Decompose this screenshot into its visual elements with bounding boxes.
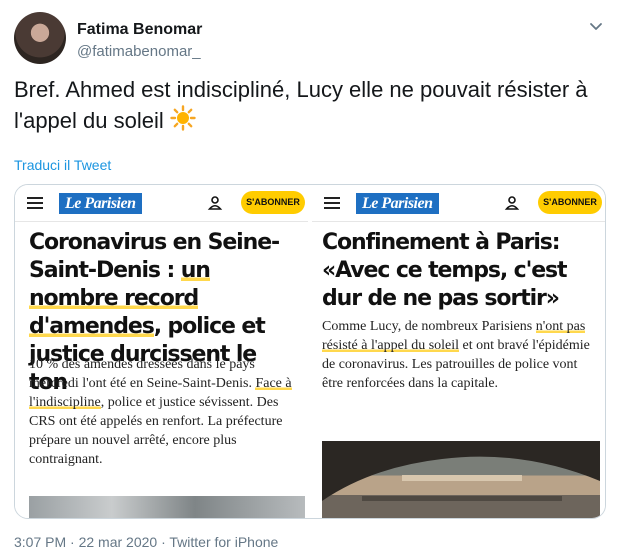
sun-icon — [170, 105, 196, 131]
article-image-left[interactable]: Le Parisien S'ABONNER Coronavirus en Sei… — [15, 185, 308, 518]
media-card[interactable]: Le Parisien S'ABONNER Coronavirus en Sei… — [14, 184, 606, 519]
menu-icon — [27, 197, 43, 209]
tweet-header: Fatima Benomar @fatimabenomar_ — [14, 12, 606, 68]
site-topbar: Le Parisien S'ABONNER — [15, 185, 308, 222]
user-icon — [207, 196, 223, 210]
headline-text: Coronavirus en Seine-Saint-Denis : — [29, 230, 280, 283]
user-handle[interactable]: @fatimabenomar_ — [77, 43, 201, 60]
tweet-text: Bref. Ahmed est indiscipliné, Lucy elle … — [14, 74, 606, 136]
article-photo — [29, 496, 305, 518]
site-topbar: Le Parisien S'ABONNER — [312, 185, 605, 222]
body-text: 10 % des amendes dressées dans le pays m… — [29, 357, 256, 391]
headline-highlight: d'amendes — [29, 314, 155, 339]
article-body: 10 % des amendes dressées dans le pays m… — [29, 355, 301, 469]
subscribe-button: S'ABONNER — [538, 191, 602, 214]
menu-icon — [324, 197, 340, 209]
tweet-body: Bref. Ahmed est indiscipliné, Lucy elle … — [14, 77, 588, 133]
tweet-timestamp[interactable]: 3:07 PM · 22 mar 2020 · Twitter for iPho… — [14, 534, 278, 550]
bridge-arch-photo — [322, 441, 600, 501]
body-text: Comme Lucy, de nombreux Parisiens — [322, 319, 536, 334]
article-image-right[interactable]: Le Parisien S'ABONNER Confinement à Pari… — [312, 185, 605, 518]
article-headline: Confinement à Paris: «Avec ce temps, c'e… — [322, 230, 568, 311]
user-icon — [504, 196, 520, 210]
subscribe-button: S'ABONNER — [241, 191, 305, 214]
translate-link[interactable]: Traduci il Tweet — [14, 157, 111, 173]
brand-logo: Le Parisien — [59, 193, 142, 214]
user-name[interactable]: Fatima Benomar — [77, 21, 202, 39]
brand-logo: Le Parisien — [356, 193, 439, 214]
avatar[interactable] — [14, 12, 66, 64]
chevron-down-icon[interactable] — [588, 18, 604, 34]
article-body: Comme Lucy, de nombreux Parisiens n'ont … — [322, 317, 594, 393]
